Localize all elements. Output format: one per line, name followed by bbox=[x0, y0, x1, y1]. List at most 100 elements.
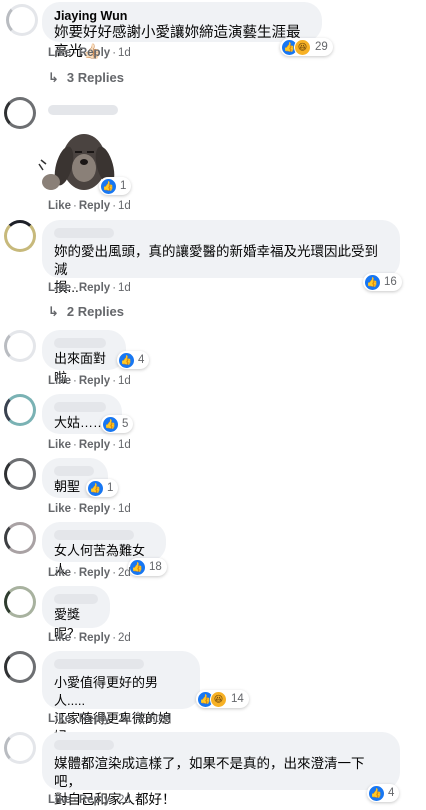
replies-label: 2 Replies bbox=[66, 304, 124, 319]
avatar[interactable] bbox=[4, 330, 36, 362]
author-name-redacted[interactable] bbox=[54, 659, 144, 669]
comment-time[interactable]: 1d bbox=[118, 503, 131, 515]
avatar[interactable] bbox=[4, 458, 36, 490]
comment-time[interactable]: 2d bbox=[118, 632, 131, 644]
reply-link[interactable]: Reply bbox=[79, 567, 110, 579]
reaction-count: 5 bbox=[122, 418, 129, 430]
comment-time[interactable]: 1d bbox=[118, 439, 131, 451]
reply-link[interactable]: Reply bbox=[79, 713, 110, 725]
reaction-summary[interactable]: 👍 😆 14 bbox=[196, 690, 249, 708]
comment-bubble: 小愛值得更好的男人..... 江家值得更卑微的媳婦... bbox=[42, 651, 200, 744]
edited-label[interactable]: Edited bbox=[139, 713, 172, 725]
avatar[interactable] bbox=[6, 4, 38, 36]
comment-bubble: Jiaying Wun 妳要好好感謝小愛讓妳締造演藝生涯最高光👍🏻 bbox=[42, 2, 322, 60]
like-link[interactable]: Like bbox=[48, 567, 71, 579]
comment-actions: Like · Reply · 2d bbox=[48, 567, 131, 579]
reaction-count: 29 bbox=[315, 41, 328, 53]
avatar[interactable] bbox=[4, 651, 36, 683]
like-reaction-icon: 👍 bbox=[103, 416, 118, 432]
author-name-redacted[interactable] bbox=[54, 338, 106, 348]
comment-bubble: 妳的愛出風頭，真的讓愛醫的新婚幸福及光環因此受到減 損... bbox=[42, 220, 400, 295]
comment-actions: Like · Reply · 2d bbox=[48, 632, 131, 644]
author-name-redacted[interactable] bbox=[54, 228, 114, 238]
reply-link[interactable]: Reply bbox=[79, 439, 110, 451]
comment-actions: Like · Reply · 1d bbox=[48, 439, 131, 451]
like-reaction-icon: 👍 bbox=[369, 785, 384, 801]
avatar[interactable] bbox=[4, 220, 36, 252]
comment-time[interactable]: 2d bbox=[118, 567, 131, 579]
comment-actions: Like · Reply · 1d bbox=[48, 282, 131, 294]
reaction-summary[interactable]: 👍 1 bbox=[99, 177, 132, 195]
reply-arrow-icon: ↳ bbox=[48, 70, 59, 85]
avatar[interactable] bbox=[4, 97, 36, 129]
reply-link[interactable]: Reply bbox=[79, 632, 110, 644]
like-reaction-icon: 👍 bbox=[365, 274, 380, 290]
reaction-count: 4 bbox=[388, 787, 395, 799]
comment-bubble: 女人何苦為難女人 bbox=[42, 522, 166, 577]
reaction-summary[interactable]: 👍 5 bbox=[101, 415, 134, 433]
like-link[interactable]: Like bbox=[48, 713, 71, 725]
like-link[interactable]: Like bbox=[48, 794, 71, 806]
like-reaction-icon: 👍 bbox=[88, 480, 103, 496]
like-reaction-icon: 👍 bbox=[101, 178, 116, 194]
like-link[interactable]: Like bbox=[48, 503, 71, 515]
view-replies-link[interactable]: ↳ 3 Replies bbox=[48, 70, 124, 86]
like-reaction-icon: 👍 bbox=[119, 352, 134, 368]
avatar[interactable] bbox=[4, 522, 36, 554]
author-name-redacted[interactable] bbox=[54, 402, 106, 412]
avatar[interactable] bbox=[4, 394, 36, 426]
like-link[interactable]: Like bbox=[48, 375, 71, 387]
author-name-redacted[interactable] bbox=[54, 740, 114, 750]
avatar[interactable] bbox=[4, 586, 36, 618]
like-link[interactable]: Like bbox=[48, 200, 71, 212]
comment-bubble: 愛獎呢？ bbox=[42, 586, 110, 641]
like-link[interactable]: Like bbox=[48, 632, 71, 644]
author-name-redacted[interactable] bbox=[54, 530, 134, 540]
haha-reaction-icon: 😆 bbox=[210, 690, 227, 708]
like-link[interactable]: Like bbox=[48, 47, 71, 59]
author-name-redacted[interactable] bbox=[54, 594, 98, 604]
reply-link[interactable]: Reply bbox=[79, 200, 110, 212]
reply-link[interactable]: Reply bbox=[79, 794, 110, 806]
comment-time[interactable]: 1d bbox=[118, 47, 131, 59]
reaction-count: 1 bbox=[120, 180, 127, 192]
reply-arrow-icon: ↳ bbox=[48, 304, 59, 319]
author-name-redacted[interactable] bbox=[54, 466, 94, 476]
reaction-summary[interactable]: 👍 4 bbox=[367, 784, 400, 802]
reaction-summary[interactable]: 👍 18 bbox=[128, 558, 167, 576]
comment-time[interactable]: 1d bbox=[118, 375, 131, 387]
comment-actions: Like · Reply · 1d bbox=[48, 47, 131, 59]
comment-actions: Like · Reply · 1d bbox=[48, 503, 131, 515]
haha-reaction-icon: 😆 bbox=[294, 38, 311, 56]
comment-actions: Like · Reply · 1d bbox=[48, 200, 131, 212]
comment-time[interactable]: 2d bbox=[118, 713, 131, 725]
reaction-count: 4 bbox=[138, 354, 145, 366]
reply-link[interactable]: Reply bbox=[79, 375, 110, 387]
reply-link[interactable]: Reply bbox=[79, 282, 110, 294]
reaction-count: 18 bbox=[149, 561, 162, 573]
like-link[interactable]: Like bbox=[48, 282, 71, 294]
comment-time[interactable]: 1d bbox=[118, 282, 131, 294]
reply-link[interactable]: Reply bbox=[79, 47, 110, 59]
comment-bubble: 媒體都渲染成這樣了，如果不是真的，出來澄清一下吧， 對自己和家人都好！ bbox=[42, 732, 400, 807]
reply-link[interactable]: Reply bbox=[79, 503, 110, 515]
author-name-redacted[interactable] bbox=[48, 105, 118, 115]
like-link[interactable]: Like bbox=[48, 439, 71, 451]
comment-bubble: 出來面對啦 bbox=[42, 330, 126, 385]
reaction-summary[interactable]: 👍 1 bbox=[86, 479, 119, 497]
reaction-count: 14 bbox=[231, 693, 244, 705]
reaction-count: 16 bbox=[384, 276, 397, 288]
avatar[interactable] bbox=[4, 732, 36, 764]
reaction-summary[interactable]: 👍 😆 29 bbox=[280, 38, 333, 56]
comment-actions: Like · Reply · 2d · Edited bbox=[48, 713, 172, 725]
reaction-summary[interactable]: 👍 4 bbox=[117, 351, 150, 369]
comment-time[interactable]: 1d bbox=[118, 200, 131, 212]
view-replies-link[interactable]: ↳ 2 Replies bbox=[48, 304, 124, 320]
comment-author[interactable]: Jiaying Wun bbox=[54, 8, 310, 24]
like-reaction-icon: 👍 bbox=[130, 559, 145, 575]
reaction-summary[interactable]: 👍 16 bbox=[363, 273, 402, 291]
comment-time[interactable]: 2d bbox=[118, 794, 131, 806]
reaction-count: 1 bbox=[107, 482, 114, 494]
comment-actions: Like · Reply · 1d bbox=[48, 375, 131, 387]
comment-actions: Like · Reply · 2d bbox=[48, 794, 131, 806]
